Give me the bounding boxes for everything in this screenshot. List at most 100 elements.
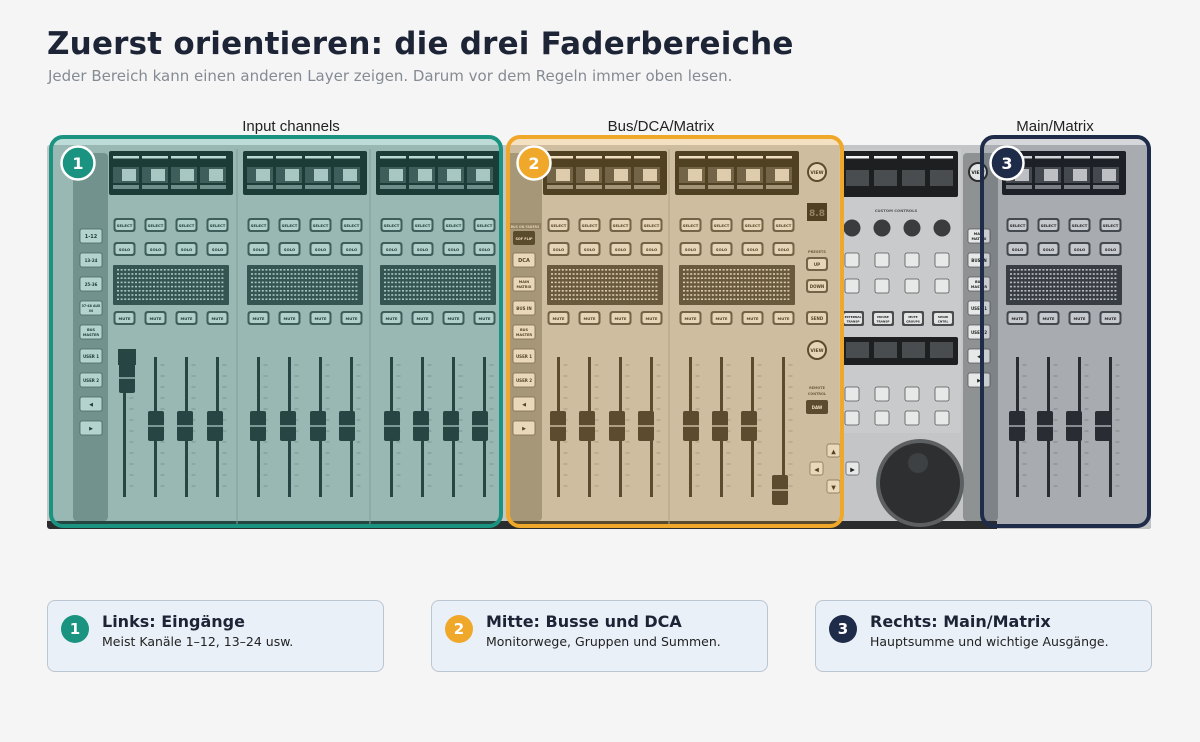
button-face[interactable] (934, 386, 950, 402)
channel-mute-button[interactable]: MUTE (144, 311, 167, 325)
right-layer-button[interactable]: ◀ (967, 348, 991, 364)
middle-layer-button[interactable]: BUS IN (512, 300, 536, 316)
view-button-2[interactable]: VIEW (807, 340, 827, 360)
custom-button[interactable] (934, 252, 950, 268)
channel-mute-button[interactable]: MUTE (340, 311, 363, 325)
middle-layer-button[interactable]: USER 2 (512, 372, 536, 388)
down-button[interactable]: DOWN (806, 279, 828, 293)
button-face[interactable] (874, 278, 890, 294)
channel-select-button[interactable]: SELECT (772, 218, 795, 232)
channel-mute-button[interactable]: MUTE (578, 311, 601, 325)
arrow-down-button[interactable]: ▼ (826, 479, 841, 494)
channel-select-button[interactable]: SELECT (144, 218, 167, 232)
fader-knob[interactable] (250, 411, 266, 441)
left-layer-button[interactable]: 1-12 (79, 228, 103, 244)
channel-select-button[interactable]: SELECT (578, 218, 601, 232)
button-face[interactable] (934, 252, 950, 268)
left-layer-button[interactable]: 25-36 (79, 276, 103, 292)
right-layer-button[interactable]: BUS IN (967, 252, 991, 268)
channel-select-button[interactable]: SELECT (710, 218, 733, 232)
custom-button[interactable] (874, 252, 890, 268)
channel-solo-button[interactable]: SOLO (175, 242, 198, 256)
arrow-right-button[interactable]: ▶ (845, 461, 860, 476)
view-button-right[interactable]: VIEW (968, 162, 988, 182)
channel-mute-button[interactable]: MUTE (411, 311, 434, 325)
channel-select-button[interactable]: SELECT (547, 218, 570, 232)
right-layer-button[interactable]: BUSMASTER (967, 276, 991, 292)
fader-knob[interactable] (472, 411, 488, 441)
channel-select-button[interactable]: SELECT (640, 218, 663, 232)
fader-knob[interactable] (772, 475, 788, 505)
channel-select-button[interactable]: SELECT (278, 218, 301, 232)
channel-mute-button[interactable]: MUTE (247, 311, 270, 325)
channel-select-button[interactable]: SELECT (609, 218, 632, 232)
channel-select-button[interactable]: SELECT (1037, 218, 1060, 232)
channel-solo-button[interactable]: SOLO (340, 242, 363, 256)
fader-knob[interactable] (1066, 411, 1082, 441)
channel-solo-button[interactable]: SOLO (1006, 242, 1029, 256)
custom-encoder[interactable] (873, 219, 891, 237)
view-button[interactable]: VIEW (807, 162, 827, 182)
custom-encoder[interactable] (843, 219, 861, 237)
channel-mute-button[interactable]: MUTE (772, 311, 795, 325)
button-face[interactable] (934, 410, 950, 426)
custom-encoder[interactable] (903, 219, 921, 237)
channel-mute-button[interactable]: MUTE (309, 311, 332, 325)
channel-mute-button[interactable]: MUTE (741, 311, 764, 325)
fader-knob[interactable] (443, 411, 459, 441)
button-face[interactable] (844, 252, 860, 268)
channel-solo-button[interactable]: SOLO (411, 242, 434, 256)
channel-solo-button[interactable]: SOLO (144, 242, 167, 256)
middle-layer-button[interactable]: BUSMASTER (512, 324, 536, 340)
channel-solo-button[interactable]: SOLO (309, 242, 332, 256)
button-face[interactable] (844, 278, 860, 294)
custom-function-button[interactable]: SHOWCNTRL (932, 311, 954, 326)
channel-solo-button[interactable]: SOLO (741, 242, 764, 256)
button-face[interactable] (844, 386, 860, 402)
left-layer-button[interactable]: USER 1 (79, 348, 103, 364)
channel-select-button[interactable]: SELECT (411, 218, 434, 232)
custom-button[interactable] (844, 410, 860, 426)
fader-knob[interactable] (1037, 411, 1053, 441)
custom-button[interactable] (874, 278, 890, 294)
middle-layer-button[interactable]: ▶ (512, 420, 536, 436)
send-button[interactable]: SEND (806, 311, 828, 325)
custom-function-button[interactable]: EXTERNALTRANSP (842, 311, 864, 326)
fader-knob[interactable] (280, 411, 296, 441)
fader-knob[interactable] (413, 411, 429, 441)
right-layer-button[interactable]: USER 2 (967, 324, 991, 340)
fader-knob[interactable] (550, 411, 566, 441)
channel-mute-button[interactable]: MUTE (1099, 311, 1122, 325)
channel-solo-button[interactable]: SOLO (1037, 242, 1060, 256)
button-face[interactable] (934, 278, 950, 294)
fader-knob[interactable] (148, 411, 164, 441)
custom-button[interactable] (874, 386, 890, 402)
channel-select-button[interactable]: SELECT (679, 218, 702, 232)
arrow-up-button[interactable]: ▲ (826, 443, 841, 458)
middle-layer-button[interactable]: USER 1 (512, 348, 536, 364)
left-layer-button[interactable]: 13-24 (79, 252, 103, 268)
channel-mute-button[interactable]: MUTE (1068, 311, 1091, 325)
channel-solo-button[interactable]: SOLO (113, 242, 136, 256)
left-layer-button[interactable]: BUSMASTER (79, 324, 103, 340)
channel-mute-button[interactable]: MUTE (175, 311, 198, 325)
custom-function-button[interactable]: MUTEGROUPS (902, 311, 924, 326)
custom-button[interactable] (844, 386, 860, 402)
custom-button[interactable] (904, 278, 920, 294)
fader-knob[interactable] (207, 411, 223, 441)
channel-mute-button[interactable]: MUTE (609, 311, 632, 325)
channel-select-button[interactable]: SELECT (442, 218, 465, 232)
channel-select-button[interactable]: SELECT (340, 218, 363, 232)
encoder-knob[interactable] (843, 219, 861, 237)
channel-mute-button[interactable]: MUTE (710, 311, 733, 325)
middle-layer-button[interactable]: MAINMATRIX (512, 276, 536, 292)
custom-button[interactable] (934, 410, 950, 426)
channel-mute-button[interactable]: MUTE (1006, 311, 1029, 325)
right-layer-button[interactable]: MAINMATRIX (967, 228, 991, 244)
fader-knob[interactable] (1009, 411, 1025, 441)
channel-select-button[interactable]: SELECT (380, 218, 403, 232)
channel-mute-button[interactable]: MUTE (206, 311, 229, 325)
encoder-knob[interactable] (933, 219, 951, 237)
fader-knob[interactable] (310, 411, 326, 441)
channel-mute-button[interactable]: MUTE (679, 311, 702, 325)
